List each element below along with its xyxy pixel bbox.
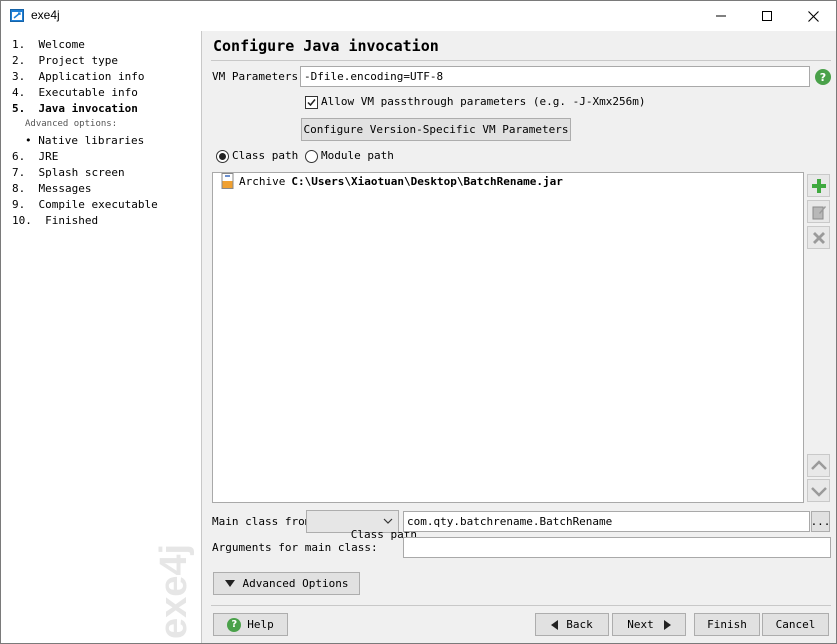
step-welcome[interactable]: 1. Welcome xyxy=(12,38,85,51)
maximize-icon xyxy=(762,11,772,21)
classpath-entry[interactable]: Archive C:\Users\Xiaotuan\Desktop\BatchR… xyxy=(221,173,563,189)
help-button-icon: ? xyxy=(227,617,242,632)
next-button[interactable]: Next xyxy=(612,613,686,636)
passthrough-label: Allow VM passthrough parameters (e.g. -J… xyxy=(321,95,646,108)
app-icon xyxy=(10,9,24,22)
step-compile-executable[interactable]: 9. Compile executable xyxy=(12,198,158,211)
configure-version-specific-vm-parameters-button[interactable]: Configure Version-Specific VM Parameters xyxy=(301,118,571,141)
step-application-info[interactable]: 3. Application info xyxy=(12,70,144,83)
step-native-libraries[interactable]: • Native libraries xyxy=(25,134,144,147)
step-messages[interactable]: 8. Messages xyxy=(12,182,91,195)
advanced-options-label-text: Advanced Options xyxy=(242,577,349,590)
arrow-right-icon xyxy=(663,619,671,630)
arguments-label: Arguments for main class: xyxy=(212,541,378,554)
plus-icon xyxy=(811,178,826,193)
edit-icon xyxy=(812,205,826,219)
footer-divider xyxy=(211,605,831,606)
arguments-input[interactable] xyxy=(403,537,831,558)
checkmark-icon xyxy=(307,99,316,107)
jar-archive-icon xyxy=(221,173,234,189)
title-bar[interactable]: exe4j xyxy=(1,1,836,31)
main-class-input[interactable]: com.qty.batchrename.BatchRename xyxy=(403,511,810,532)
close-icon xyxy=(807,10,819,22)
passthrough-checkbox[interactable] xyxy=(305,96,318,109)
help-button[interactable]: ? Help xyxy=(213,613,288,636)
watermark-text: exe4j xyxy=(153,544,195,639)
entry-type: Archive xyxy=(239,174,286,188)
remove-entry-button[interactable] xyxy=(807,226,830,249)
arrow-up-icon xyxy=(810,459,827,470)
arrow-left-icon xyxy=(551,619,559,630)
exe4j-window: exe4j 1. Welcome 2. Project type 3. Appl… xyxy=(0,0,837,644)
browse-main-class-button[interactable]: ... xyxy=(811,511,830,532)
modulepath-radio-label[interactable]: Module path xyxy=(321,149,394,162)
main-class-label: Main class from xyxy=(212,515,312,528)
help-icon[interactable]: ? xyxy=(815,69,831,85)
step-project-type[interactable]: 2. Project type xyxy=(12,54,118,67)
finish-button[interactable]: Finish xyxy=(694,613,760,636)
step-splash-screen[interactable]: 7. Splash screen xyxy=(12,166,125,179)
step-jre[interactable]: 6. JRE xyxy=(12,150,58,163)
title-divider xyxy=(211,60,831,61)
back-button[interactable]: Back xyxy=(535,613,609,636)
cancel-button[interactable]: Cancel xyxy=(762,613,829,636)
add-entry-button[interactable] xyxy=(807,174,830,197)
close-button[interactable] xyxy=(790,1,836,31)
arrow-down-icon xyxy=(810,486,827,497)
step-executable-info[interactable]: 4. Executable info xyxy=(12,86,138,99)
remove-icon xyxy=(812,231,825,244)
triangle-down-icon xyxy=(224,580,235,587)
vm-parameters-label: VM Parameters: xyxy=(212,70,305,83)
main-panel: Configure Java invocation VM Parameters:… xyxy=(203,31,836,643)
page-title: Configure Java invocation xyxy=(213,37,439,55)
exe4j-watermark-logo: exe4j xyxy=(153,544,195,639)
classpath-radio-label[interactable]: Class path xyxy=(232,149,298,162)
entry-path: C:\Users\Xiaotuan\Desktop\BatchRename.ja… xyxy=(291,174,563,188)
minimize-icon xyxy=(716,15,726,17)
maximize-button[interactable] xyxy=(744,1,790,31)
wizard-steps-sidebar: 1. Welcome 2. Project type 3. Applicatio… xyxy=(1,31,202,643)
move-up-button[interactable] xyxy=(807,454,830,477)
edit-entry-button[interactable] xyxy=(807,200,830,223)
advanced-options-label: Advanced options: xyxy=(25,119,118,129)
modulepath-radio[interactable] xyxy=(305,150,318,163)
main-class-source-select[interactable]: Class path xyxy=(306,510,417,541)
classpath-list[interactable] xyxy=(212,172,804,503)
chevron-down-icon xyxy=(383,518,393,524)
classpath-radio[interactable] xyxy=(216,150,229,163)
step-java-invocation[interactable]: 5. Java invocation xyxy=(12,102,138,115)
help-button-label: Help xyxy=(247,618,274,631)
window-title: exe4j xyxy=(31,8,60,22)
move-down-button[interactable] xyxy=(807,479,830,502)
step-finished[interactable]: 10. Finished xyxy=(12,214,98,227)
vm-parameters-input[interactable]: -Dfile.encoding=UTF-8 xyxy=(300,66,810,87)
advanced-options-button[interactable]: Advanced Options xyxy=(213,572,360,595)
next-button-label: Next xyxy=(627,618,654,631)
back-button-label: Back xyxy=(566,618,593,631)
minimize-button[interactable] xyxy=(698,1,744,31)
